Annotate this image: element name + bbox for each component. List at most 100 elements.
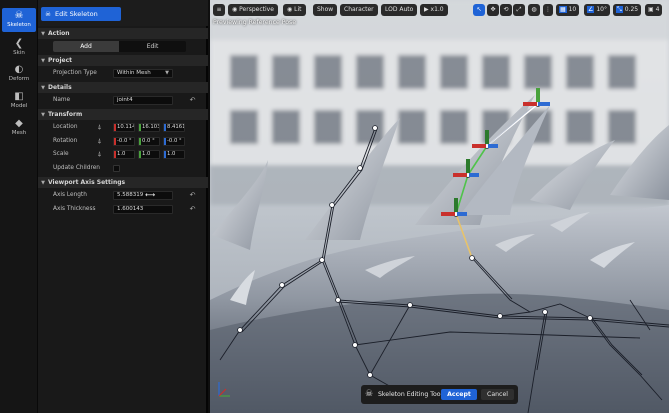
transform-gizmo-icon[interactable]: ⍋ [95,150,104,159]
tool-label: Deform [8,76,30,82]
mesh-icon: ◆ [15,118,23,129]
rotation-y-input[interactable]: 0.0 ° [138,137,160,146]
background-building [210,0,669,205]
show-button[interactable]: Show [313,4,338,16]
axis-thickness-input[interactable]: 1.600143 [113,205,173,214]
location-z-input[interactable]: 8.4161 [163,123,185,132]
resize-cursor-icon: ⟷ [145,191,156,199]
section-viewport-axis[interactable]: ▼ Viewport Axis Settings [38,177,208,188]
scale-x-input[interactable]: 1.0 [113,150,135,159]
character-button[interactable]: Character [340,4,378,16]
scale-tool-button[interactable]: ⤢ [513,4,525,16]
tool-label: Skin [13,50,25,56]
surface-snap-button[interactable]: ⋮ [543,4,553,16]
reset-icon[interactable]: ↶ [188,191,197,200]
skin-icon: ❮ [14,38,24,49]
chevron-down-icon: ▼ [41,180,45,186]
grid-size-label: 10 [568,6,577,13]
location-y-input[interactable]: 16.103 [138,123,160,132]
edit-skeleton-label: Edit Skeleton [55,10,98,18]
lit-label: Lit [294,6,302,13]
tool-label: Mesh [11,130,27,136]
reset-icon[interactable]: ↶ [188,205,197,214]
reset-icon[interactable]: ↶ [188,96,197,105]
rotate-icon: ⟲ [503,6,509,13]
name-label: Name [53,97,71,103]
scale-snap-button[interactable]: ⤡ 0.25 [613,4,642,16]
skeleton-icon: ☠ [45,10,51,18]
select-tool-button[interactable]: ↖ [473,4,485,16]
accept-button[interactable]: Accept [441,389,477,400]
tool-confirm-bar: ☠ Skeleton Editing Tool Accept Cancel [361,385,518,404]
projection-type-value: Within Mesh [117,70,151,76]
rotation-x-input[interactable]: -0.0 ° [113,137,135,146]
camera-speed-button[interactable]: ▣ 4 [645,4,663,16]
viewport[interactable]: ≡ ◉ Perspective ◉ Lit Show Character LOD… [210,0,669,413]
section-title: Viewport Axis Settings [48,179,126,186]
scale-z-input[interactable]: 1.0 [163,150,185,159]
skeleton-icon: ☠ [14,10,24,21]
world-space-button[interactable]: ◍ [528,4,540,16]
lod-button[interactable]: LOD Auto [381,4,418,16]
translate-tool-button[interactable]: ✥ [487,4,499,16]
rotation-snap-label: 10° [596,6,607,13]
chevron-down-icon: ▼ [41,58,45,64]
axis-length-input[interactable]: 5.588319 [113,191,173,200]
cancel-button[interactable]: Cancel [481,389,514,400]
cursor-arrow-icon: ↖ [476,6,482,13]
grid-snap-button[interactable]: ▦ 10 [556,4,580,16]
chevron-down-icon: ▼ [41,112,45,118]
play-speed-button[interactable]: ▶ x1.0 [420,4,448,16]
update-children-checkbox[interactable] [113,165,120,172]
tool-label: Model [10,103,28,109]
panel-header: ☠ Edit Skeleton [38,0,208,26]
tool-deform[interactable]: ◐ Deform [2,62,36,86]
skeleton-icon: ☠ [365,389,374,399]
scale-y-input[interactable]: 1.0 [138,150,160,159]
transform-gizmo-icon[interactable]: ⍋ [95,137,104,146]
scale-snap-label: 0.25 [624,6,639,13]
viewport-menu-button[interactable]: ≡ [213,4,225,16]
globe-icon: ◍ [531,6,537,13]
section-title: Transform [48,111,83,118]
scale-icon: ⤢ [516,6,522,13]
axis-length-row: Axis Length 5.588319 ⟷ ↶ [38,189,208,202]
location-x-input[interactable]: 10.114 [113,123,135,132]
name-input[interactable]: joint4 [113,96,173,105]
transform-gizmo-icon[interactable]: ⍋ [95,123,104,132]
preview-mode-label: Previewing Reference Pose [213,19,297,26]
section-details[interactable]: ▼ Details [38,82,208,93]
perspective-button[interactable]: ◉ Perspective [228,4,278,16]
axis-thickness-row: Axis Thickness 1.600143 ↶ [38,203,208,216]
section-project[interactable]: ▼ Project [38,55,208,66]
rotation-row: Rotation ⍋ -0.0 ° 0.0 ° -0.0 ° [38,135,208,148]
location-row: Location ⍋ 10.114 16.103 8.4161 [38,121,208,134]
tool-name-label: Skeleton Editing Tool [378,391,443,398]
mode-toolbar: ☠ Skeleton ❮ Skin ◐ Deform ◧ Model ◆ Mes… [0,0,38,413]
deform-icon: ◐ [14,64,24,75]
edit-mode-button[interactable]: Edit [119,41,186,52]
surface-snap-icon: ⋮ [545,6,551,13]
edit-skeleton-button[interactable]: ☠ Edit Skeleton [41,7,121,21]
rotation-z-input[interactable]: -0.0 ° [163,137,185,146]
world-axis-indicator [218,382,230,397]
add-mode-button[interactable]: Add [53,41,119,52]
scene-render[interactable] [210,0,669,413]
section-title: Project [48,57,73,64]
camera-speed-label: 4 [655,6,660,13]
tool-mesh[interactable]: ◆ Mesh [2,116,36,140]
lit-button[interactable]: ◉ Lit [283,4,306,16]
projection-type-select[interactable]: Within Mesh ▼ [113,69,173,78]
chevron-down-icon: ▼ [165,70,169,76]
tool-model[interactable]: ◧ Model [2,89,36,113]
chevron-down-icon: ▼ [41,85,45,91]
tool-skeleton[interactable]: ☠ Skeleton [2,8,36,32]
rotate-tool-button[interactable]: ⟲ [500,4,512,16]
section-transform[interactable]: ▼ Transform [38,109,208,120]
perspective-label: Perspective [239,6,274,13]
rotation-snap-button[interactable]: ∠ 10° [584,4,610,16]
section-title: Action [48,30,70,37]
tool-skin[interactable]: ❮ Skin [2,36,36,60]
section-action[interactable]: ▼ Action [38,28,208,39]
camera-speed-icon: ▣ [648,6,654,13]
